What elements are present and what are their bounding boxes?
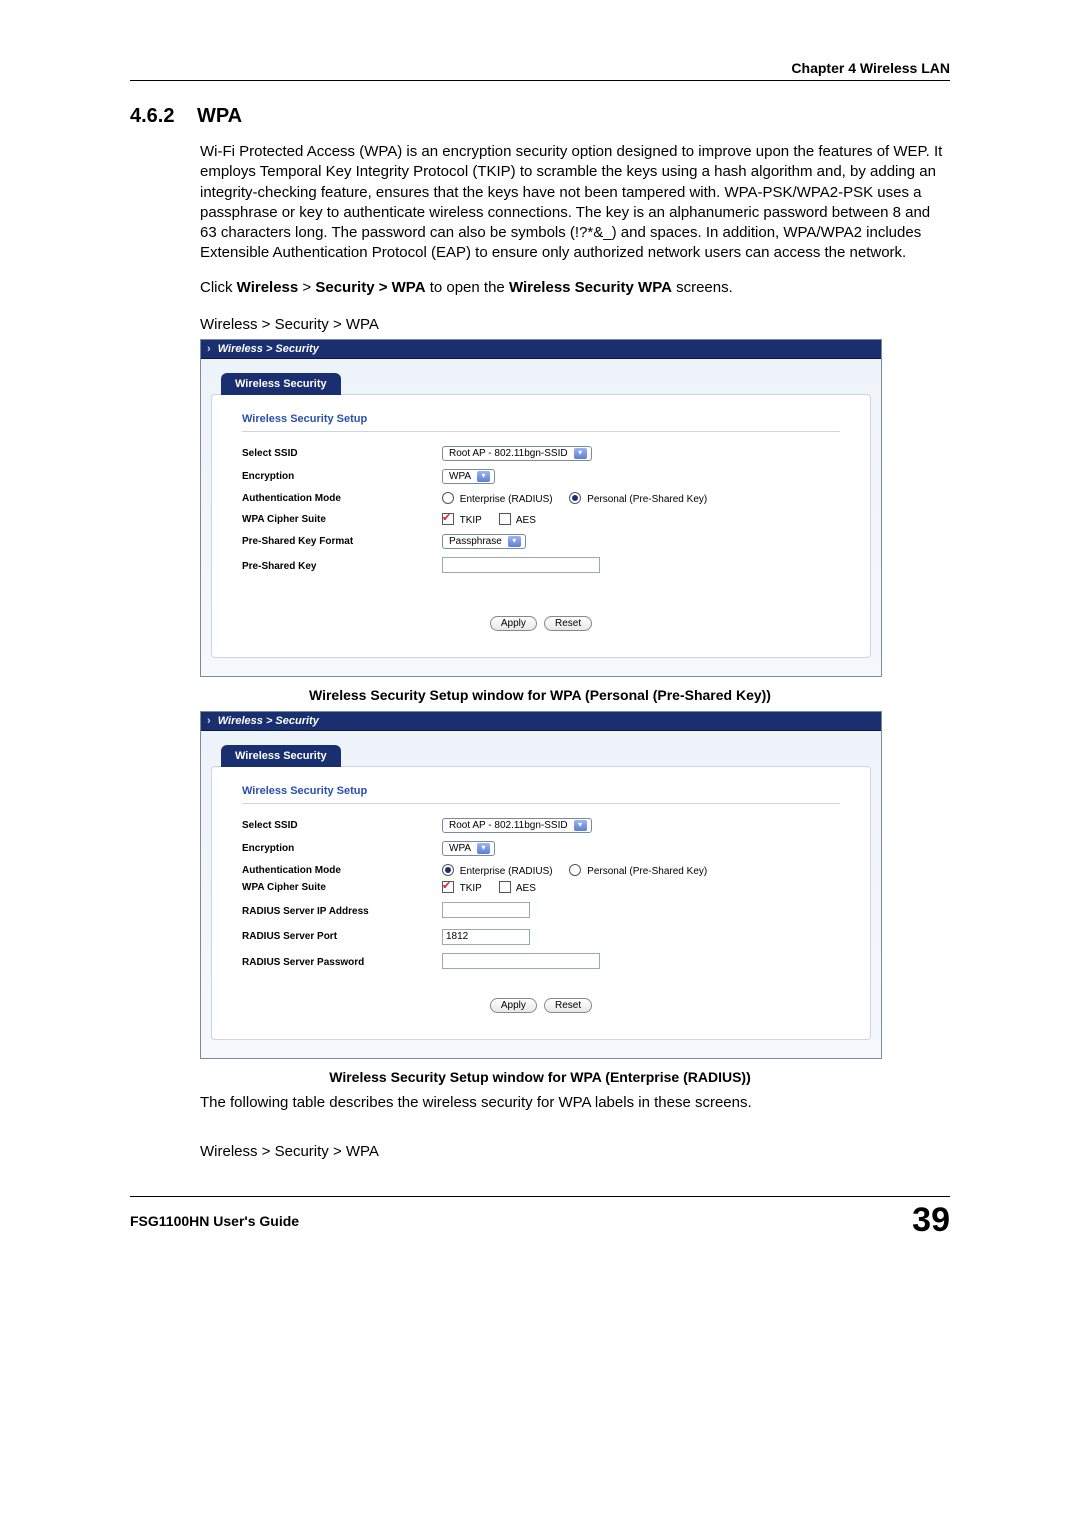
label-radius-port: RADIUS Server Port	[242, 931, 442, 942]
apply-button[interactable]: Apply	[490, 998, 537, 1013]
nav-mid2: to open the	[426, 279, 509, 296]
footer-guide-name: FSG1100HN User's Guide	[130, 1213, 299, 1229]
select-encryption-value: WPA	[449, 843, 471, 854]
nav-mid1: >	[298, 279, 315, 296]
chapter-header: Chapter 4 Wireless LAN	[130, 60, 950, 81]
panel-title: Wireless Security Setup	[242, 785, 840, 804]
nav-b1: Wireless	[237, 279, 299, 296]
check-tkip-label: TKIP	[460, 883, 482, 894]
figure1-caption: Wireless Security Setup window for WPA (…	[200, 687, 880, 703]
check-tkip-label: TKIP	[460, 515, 482, 526]
page-number: 39	[912, 1201, 950, 1240]
panel-title: Wireless Security Setup	[242, 413, 840, 432]
reset-button[interactable]: Reset	[544, 616, 592, 631]
radio-enterprise-label: Enterprise (RADIUS)	[460, 866, 553, 877]
nav-pre: Click	[200, 279, 237, 296]
select-ssid[interactable]: Root AP - 802.11bgn-SSID ▾	[442, 446, 592, 461]
figure2-caption: Wireless Security Setup window for WPA (…	[200, 1069, 880, 1085]
figure-caption-top: Wireless > Security > WPA	[200, 316, 950, 333]
section-title: WPA	[197, 105, 242, 128]
label-encryption: Encryption	[242, 843, 442, 854]
figure-caption-bottom: Wireless > Security > WPA	[200, 1143, 950, 1160]
breadcrumb-text: Wireless > Security	[218, 343, 319, 355]
dropdown-icon: ▾	[508, 536, 521, 547]
dropdown-icon: ▾	[477, 843, 490, 854]
radio-personal[interactable]	[569, 492, 581, 504]
intro-paragraph: Wi-Fi Protected Access (WPA) is an encry…	[200, 142, 950, 264]
breadcrumb-bar: › Wireless > Security	[201, 340, 881, 359]
chevron-right-icon: ›	[207, 715, 211, 727]
check-aes[interactable]	[499, 881, 511, 893]
label-radius-password: RADIUS Server Password	[242, 957, 442, 968]
section-heading: 4.6.2 WPA	[130, 105, 950, 128]
select-encryption[interactable]: WPA ▾	[442, 841, 495, 856]
select-ssid-value: Root AP - 802.11bgn-SSID	[449, 820, 568, 831]
reset-button[interactable]: Reset	[544, 998, 592, 1013]
select-encryption-value: WPA	[449, 471, 471, 482]
check-aes[interactable]	[499, 513, 511, 525]
check-aes-label: AES	[516, 883, 536, 894]
label-ssid: Select SSID	[242, 448, 442, 459]
label-encryption: Encryption	[242, 471, 442, 482]
label-psk-format: Pre-Shared Key Format	[242, 536, 442, 547]
security-panel: Wireless Security Setup Select SSID Root…	[211, 766, 871, 1040]
breadcrumb-bar: › Wireless > Security	[201, 712, 881, 731]
tab-wireless-security[interactable]: Wireless Security	[221, 373, 341, 395]
select-ssid[interactable]: Root AP - 802.11bgn-SSID ▾	[442, 818, 592, 833]
dropdown-icon: ▾	[574, 448, 587, 459]
radio-personal-label: Personal (Pre-Shared Key)	[587, 866, 707, 877]
select-ssid-value: Root AP - 802.11bgn-SSID	[449, 448, 568, 459]
radio-personal[interactable]	[569, 864, 581, 876]
screenshot-enterprise: › Wireless > Security Wireless Security …	[200, 711, 882, 1059]
label-auth-mode: Authentication Mode	[242, 493, 442, 504]
page-footer: FSG1100HN User's Guide 39	[130, 1196, 950, 1240]
select-psk-format-value: Passphrase	[449, 536, 502, 547]
check-tkip[interactable]	[442, 881, 454, 893]
breadcrumb-text: Wireless > Security	[218, 715, 319, 727]
radio-enterprise[interactable]	[442, 864, 454, 876]
label-ssid: Select SSID	[242, 820, 442, 831]
tab-wireless-security[interactable]: Wireless Security	[221, 745, 341, 767]
dropdown-icon: ▾	[477, 471, 490, 482]
input-radius-port[interactable]: 1812	[442, 929, 530, 945]
chevron-right-icon: ›	[207, 343, 211, 355]
security-panel: Wireless Security Setup Select SSID Root…	[211, 394, 871, 658]
radio-enterprise[interactable]	[442, 492, 454, 504]
radio-enterprise-label: Enterprise (RADIUS)	[460, 494, 553, 505]
nav-post: screens.	[672, 279, 733, 296]
label-cipher: WPA Cipher Suite	[242, 514, 442, 525]
nav-instruction: Click Wireless > Security > WPA to open …	[200, 278, 950, 298]
radio-personal-label: Personal (Pre-Shared Key)	[587, 494, 707, 505]
select-encryption[interactable]: WPA ▾	[442, 469, 495, 484]
input-radius-password[interactable]	[442, 953, 600, 969]
table-intro: The following table describes the wirele…	[200, 1093, 950, 1113]
label-psk: Pre-Shared Key	[242, 561, 442, 572]
dropdown-icon: ▾	[574, 820, 587, 831]
nav-b2: Security > WPA	[315, 279, 425, 296]
input-psk[interactable]	[442, 557, 600, 573]
label-radius-ip: RADIUS Server IP Address	[242, 906, 442, 917]
screenshot-personal: › Wireless > Security Wireless Security …	[200, 339, 882, 677]
label-cipher: WPA Cipher Suite	[242, 882, 442, 893]
check-aes-label: AES	[516, 515, 536, 526]
select-psk-format[interactable]: Passphrase ▾	[442, 534, 526, 549]
input-radius-ip[interactable]	[442, 902, 530, 918]
apply-button[interactable]: Apply	[490, 616, 537, 631]
label-auth-mode: Authentication Mode	[242, 865, 442, 876]
nav-b3: Wireless Security WPA	[509, 279, 672, 296]
section-number: 4.6.2	[130, 105, 174, 128]
check-tkip[interactable]	[442, 513, 454, 525]
